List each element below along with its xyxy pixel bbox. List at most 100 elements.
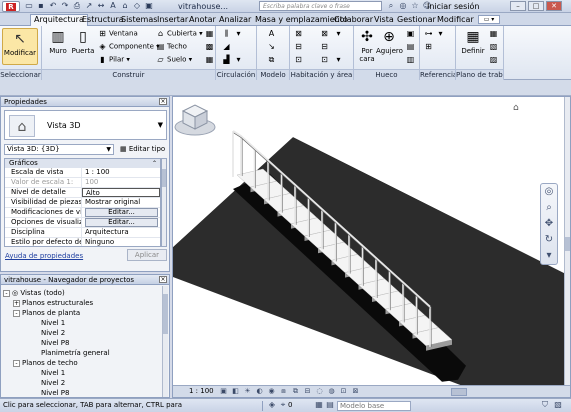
selection-icon[interactable]: ▧ xyxy=(553,400,563,410)
filter-funnel-icon[interactable]: ⛉ xyxy=(540,400,550,410)
group-label-build[interactable]: Construir xyxy=(42,69,215,80)
chevron-down-icon[interactable]: ▼ xyxy=(158,121,163,129)
group-label-opening[interactable]: Hueco xyxy=(354,69,419,80)
measure-icon[interactable]: ↗ xyxy=(84,1,94,11)
tree-item[interactable]: Nivel 2 xyxy=(3,328,165,338)
app-menu-button[interactable]: R xyxy=(2,1,20,12)
dropdown-icon[interactable]: ▾ xyxy=(334,29,343,38)
view-scale[interactable]: 1 : 100 xyxy=(189,386,214,397)
home-icon[interactable]: ⌂ xyxy=(513,103,519,113)
dropdown-icon[interactable]: ▾ xyxy=(124,56,130,64)
maximize-icon[interactable]: □ xyxy=(528,1,544,11)
mullion-icon[interactable]: ▦ xyxy=(205,55,214,64)
tab-estructura[interactable]: Estructura xyxy=(82,15,124,24)
tab-sistemas[interactable]: Sistemas xyxy=(121,15,157,24)
stair-icon[interactable]: ▟ xyxy=(222,55,231,64)
model-text-icon[interactable]: A xyxy=(267,29,276,38)
ref-plane-icon[interactable]: ▧ xyxy=(489,42,498,51)
show-plane-icon[interactable]: ▦ xyxy=(489,29,498,38)
tab-analizar[interactable]: Analizar xyxy=(219,15,251,24)
prop-value[interactable]: Mostrar original xyxy=(82,198,160,207)
dropdown-icon[interactable]: ▾ xyxy=(197,30,203,38)
detail-level-icon[interactable]: ▣ xyxy=(219,387,228,396)
dormer-icon[interactable]: ▥ xyxy=(406,55,415,64)
collapse-icon[interactable]: - xyxy=(13,309,20,317)
group-label-circulation[interactable]: Circulación xyxy=(216,69,256,80)
tree-item[interactable]: Nivel 2 xyxy=(3,378,165,388)
tab-vista[interactable]: Vista xyxy=(374,15,394,24)
3d-view-icon[interactable]: ⌂ xyxy=(120,1,130,11)
apply-button[interactable]: Aplicar xyxy=(127,249,167,261)
tab-gestionar[interactable]: Gestionar xyxy=(397,15,436,24)
railing-icon[interactable]: ⫼ xyxy=(222,29,231,38)
roof-button[interactable]: ⌂ Cubierta ▾ xyxy=(156,29,203,38)
tab-anotar[interactable]: Anotar xyxy=(189,15,216,24)
tree-item[interactable]: Nivel 1 xyxy=(3,318,165,328)
model-group-icon[interactable]: ⧉ xyxy=(267,55,276,64)
scroll-thumb[interactable] xyxy=(163,294,168,334)
workset-icon[interactable]: ◈ xyxy=(267,400,277,410)
dropdown-icon[interactable]: ▾ xyxy=(234,29,243,38)
group-label-work-plane[interactable]: Plano de trabajo xyxy=(456,69,503,80)
scroll-thumb[interactable] xyxy=(162,169,166,187)
shaft-button[interactable]: ⊕ Agujero xyxy=(376,28,403,55)
expand-icon[interactable]: + xyxy=(13,299,20,307)
shadows-icon[interactable]: ◐ xyxy=(255,387,264,396)
viewcube[interactable] xyxy=(173,97,217,137)
steering-wheel-icon[interactable]: ◎ xyxy=(541,184,557,200)
open-icon[interactable]: ▭ xyxy=(24,1,34,11)
edit-vg-button[interactable]: Editar... xyxy=(85,208,158,217)
edit-display-button[interactable]: Editar... xyxy=(85,218,158,227)
lock-view-icon[interactable]: ⊟ xyxy=(303,387,312,396)
prop-value[interactable]: Ninguno xyxy=(82,238,160,246)
curtain-grid-icon[interactable]: ▩ xyxy=(205,42,214,51)
prop-value[interactable]: 1 : 100 xyxy=(82,168,160,177)
tree-item[interactable]: - Planos de planta xyxy=(3,308,165,318)
redo-icon[interactable]: ↷ xyxy=(60,1,70,11)
group-label-room-area[interactable]: Habitación y área xyxy=(290,69,353,80)
filter-icon[interactable]: ▤ xyxy=(325,400,335,410)
editable-icon[interactable]: ⌖ xyxy=(278,400,288,410)
ceiling-button[interactable]: ▤ Techo xyxy=(156,42,187,51)
collapse-icon[interactable]: ⌃ xyxy=(152,159,157,168)
crop-view-icon[interactable]: ⧈ xyxy=(279,387,288,396)
active-level-selector[interactable]: Modelo base xyxy=(337,401,411,411)
close-icon[interactable]: ✕ xyxy=(546,1,562,11)
tag-room-icon[interactable]: ⊡ xyxy=(294,55,303,64)
prop-value[interactable]: Arquitectura xyxy=(82,228,160,237)
viewer-icon[interactable]: ▨ xyxy=(489,55,498,64)
analytical-icon[interactable]: ⊡ xyxy=(339,387,348,396)
dropdown-icon[interactable]: ▾ xyxy=(334,55,343,64)
group-label-model[interactable]: Modelo xyxy=(257,69,289,80)
pan-icon[interactable]: ✥ xyxy=(541,216,557,232)
type-selector[interactable]: ⌂ Vista 3D ▼ xyxy=(4,110,167,140)
tree-item[interactable]: Planimetría general xyxy=(3,348,165,358)
save-icon[interactable]: ▪ xyxy=(36,1,46,11)
modify-button[interactable]: ↖ Modificar xyxy=(2,28,38,65)
star-icon[interactable]: ☆ xyxy=(410,1,420,11)
print-icon[interactable]: ⎙ xyxy=(72,1,82,11)
dimension-icon[interactable]: ↔ xyxy=(96,1,106,11)
viewport-hscroll-thumb[interactable] xyxy=(451,388,467,396)
close-icon[interactable]: × xyxy=(159,98,167,105)
design-options-icon[interactable]: ▦ xyxy=(314,400,324,410)
by-face-button[interactable]: ✣ Por cara xyxy=(357,28,377,63)
tree-item[interactable]: - ◎ Vistas (todo) xyxy=(3,288,165,298)
ramp-icon[interactable]: ◢ xyxy=(222,42,231,51)
section-icon[interactable]: ◇ xyxy=(132,1,142,11)
floor-button[interactable]: ▱ Suelo ▾ xyxy=(156,55,192,64)
visual-style-icon[interactable]: ◧ xyxy=(231,387,240,396)
set-work-plane-button[interactable]: ▦ Definir xyxy=(460,28,486,55)
room-icon[interactable]: ⊠ xyxy=(294,29,303,38)
undo-icon[interactable]: ↶ xyxy=(48,1,58,11)
area-boundary-icon[interactable]: ⊟ xyxy=(320,42,329,51)
door-button[interactable]: ▯ Puerta xyxy=(71,28,95,55)
tree-item[interactable]: + Planos estructurales xyxy=(3,298,165,308)
close-hidden-icon[interactable]: ▣ xyxy=(144,1,154,11)
column-button[interactable]: ▮ Pilar ▾ xyxy=(98,55,130,64)
ribbon-minimize-button[interactable]: ▭ ▾ xyxy=(478,15,500,24)
stair-model[interactable] xyxy=(173,97,571,398)
signin-link[interactable]: Iniciar sesión xyxy=(427,2,479,11)
tree-item[interactable]: - Planos de techo xyxy=(3,358,165,368)
prop-value[interactable]: Alto xyxy=(82,188,160,197)
